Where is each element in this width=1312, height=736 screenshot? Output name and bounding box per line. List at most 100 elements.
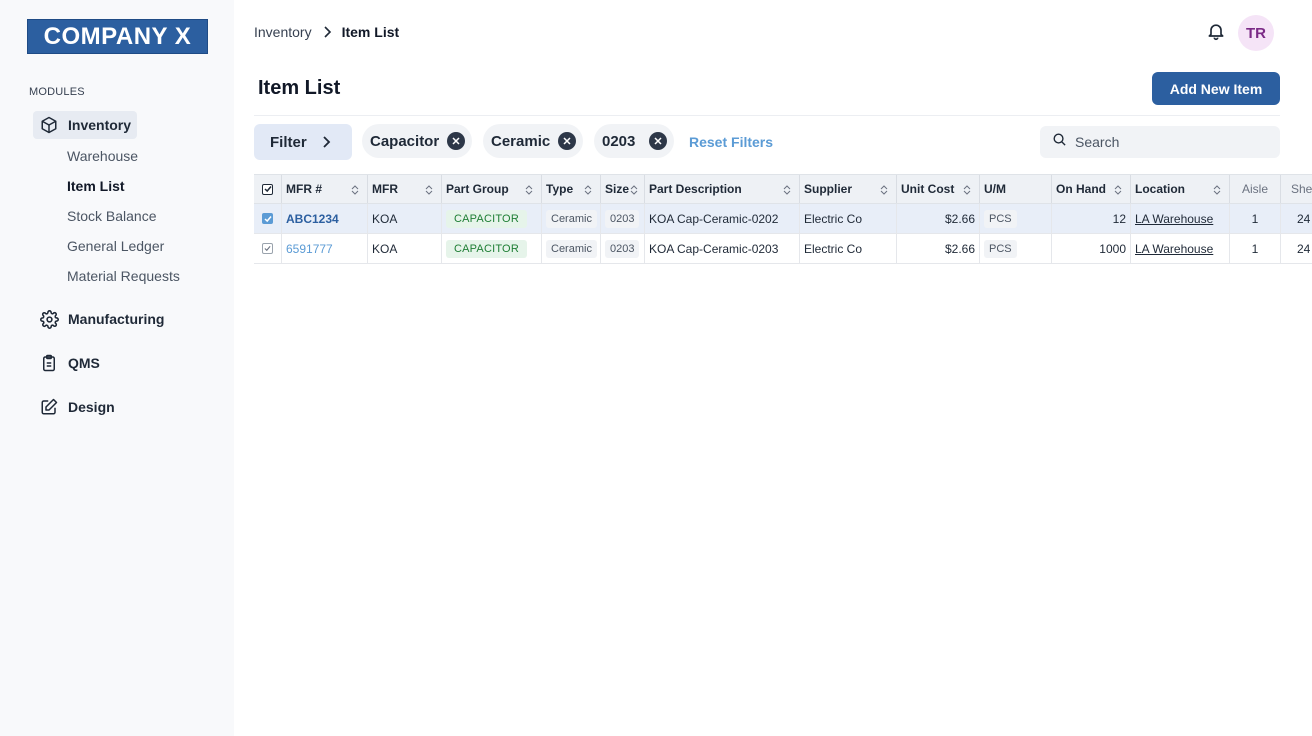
close-icon[interactable] [649,132,667,150]
mfr-no-link[interactable]: ABC1234 [286,212,339,226]
sort-icon[interactable] [584,184,592,198]
close-icon[interactable] [558,132,576,150]
column-header-part-group[interactable]: Part Group [442,175,542,203]
sort-icon[interactable] [425,184,433,198]
sort-icon[interactable] [1213,184,1221,198]
cell-aisle: 1 [1230,234,1281,263]
sidebar-item-label: Inventory [68,117,132,133]
cell-size: 0203 [601,234,645,263]
reset-filters-link[interactable]: Reset Filters [689,134,773,150]
search-box [1040,126,1280,158]
chip-label: Capacitor [370,132,440,150]
sort-icon[interactable] [351,184,359,198]
sidebar-item-manufacturing[interactable]: Manufacturing [33,305,170,333]
filter-chip-ceramic: Ceramic [483,124,583,158]
sidebar-item-label: Manufacturing [68,311,165,327]
part-group-badge: CAPACITOR [446,209,527,228]
column-header-on-hand[interactable]: On Hand [1052,175,1131,203]
cell-supplier: Electric Co [800,204,897,233]
chip-label: 0203 [602,132,636,150]
chip-label: Ceramic [491,132,551,150]
column-header-type[interactable]: Type [542,175,601,203]
gear-icon [39,309,59,329]
table-header: MFR # MFR Part Group Type Size Part Desc… [254,174,1312,204]
page-title: Item List [258,77,341,99]
sidebar-item-design[interactable]: Design [33,393,121,421]
edit-icon [39,397,59,417]
cell-type: Ceramic [542,234,601,263]
column-header-size[interactable]: Size [601,175,645,203]
sidebar-subitem-stock-balance[interactable]: Stock Balance [67,208,157,224]
um-badge: PCS [984,239,1017,258]
sidebar-item-qms[interactable]: QMS [33,349,106,377]
sidebar-subitem-item-list[interactable]: Item List [67,178,125,194]
sidebar-subitem-warehouse[interactable]: Warehouse [67,148,138,164]
cell-mfr-no: ABC1234 [282,204,368,233]
sort-icon[interactable] [783,184,791,198]
filter-chip-capacitor: Capacitor [362,124,472,158]
column-header-unit-cost[interactable]: Unit Cost [897,175,980,203]
avatar[interactable]: TR [1238,15,1274,51]
sidebar-subitem-general-ledger[interactable]: General Ledger [67,238,164,254]
row-select-cell [254,234,282,263]
location-link[interactable]: LA Warehouse [1135,242,1213,256]
table-row[interactable]: 6591777 KOA CAPACITOR Ceramic 0203 KOA C… [254,234,1312,264]
table-row[interactable]: ABC1234 KOA CAPACITOR Ceramic 0203 KOA C… [254,204,1312,234]
row-checkbox[interactable] [262,213,273,224]
part-group-badge: CAPACITOR [446,239,527,258]
sidebar-item-inventory[interactable]: Inventory [33,111,138,139]
company-logo[interactable]: COMPANY X [27,19,208,54]
cell-location: LA Warehouse [1131,204,1230,233]
size-badge: 0203 [605,239,640,258]
column-header-um[interactable]: U/M [980,175,1052,203]
add-new-item-button[interactable]: Add New Item [1152,72,1280,105]
filter-label: Filter [270,133,307,151]
filter-chip-0203: 0203 [594,124,674,158]
sidebar-item-label: Design [68,399,115,415]
column-header-location[interactable]: Location [1131,175,1230,203]
size-badge: 0203 [605,209,640,228]
sort-icon[interactable] [630,184,638,198]
cell-on-hand: 12 [1052,204,1131,233]
select-all-checkbox[interactable] [262,183,273,195]
filter-button[interactable]: Filter [254,124,352,160]
cell-location: LA Warehouse [1131,234,1230,263]
cell-part-group: CAPACITOR [442,204,542,233]
sort-icon[interactable] [880,184,888,198]
location-link[interactable]: LA Warehouse [1135,212,1213,226]
cell-aisle: 1 [1230,204,1281,233]
cell-um: PCS [980,234,1052,263]
column-header-part-description[interactable]: Part Description [645,175,800,203]
close-icon[interactable] [447,132,465,150]
cell-size: 0203 [601,204,645,233]
sort-icon[interactable] [1114,184,1122,198]
row-select-cell [254,204,282,233]
cell-unit-cost: $2.66 [897,204,980,233]
cell-on-hand: 1000 [1052,234,1131,263]
breadcrumb-current: Item List [341,24,400,40]
sidebar-item-label: QMS [68,355,100,371]
modules-label: MODULES [29,86,85,98]
cell-shelf: 24 [1281,204,1312,233]
column-header-aisle[interactable]: Aisle [1230,175,1281,203]
mfr-no-link[interactable]: 6591777 [286,242,333,256]
search-input[interactable] [1075,134,1255,150]
row-checkbox[interactable] [262,243,273,254]
sort-icon[interactable] [963,184,971,198]
cell-unit-cost: $2.66 [897,234,980,263]
divider [254,115,1280,116]
bell-icon[interactable] [1206,21,1226,41]
column-header-shelf[interactable]: Shelf [1281,175,1312,203]
cell-description: KOA Cap-Ceramic-0202 [645,204,800,233]
column-header-mfr-no[interactable]: MFR # [282,175,368,203]
cell-um: PCS [980,204,1052,233]
search-icon [1052,132,1067,152]
type-badge: Ceramic [546,209,597,228]
column-header-supplier[interactable]: Supplier [800,175,897,203]
column-header-mfr[interactable]: MFR [368,175,442,203]
sort-icon[interactable] [525,184,533,198]
um-badge: PCS [984,209,1017,228]
item-table: MFR # MFR Part Group Type Size Part Desc… [254,174,1312,265]
breadcrumb-inventory[interactable]: Inventory [254,24,312,40]
sidebar-subitem-material-requests[interactable]: Material Requests [67,268,180,284]
